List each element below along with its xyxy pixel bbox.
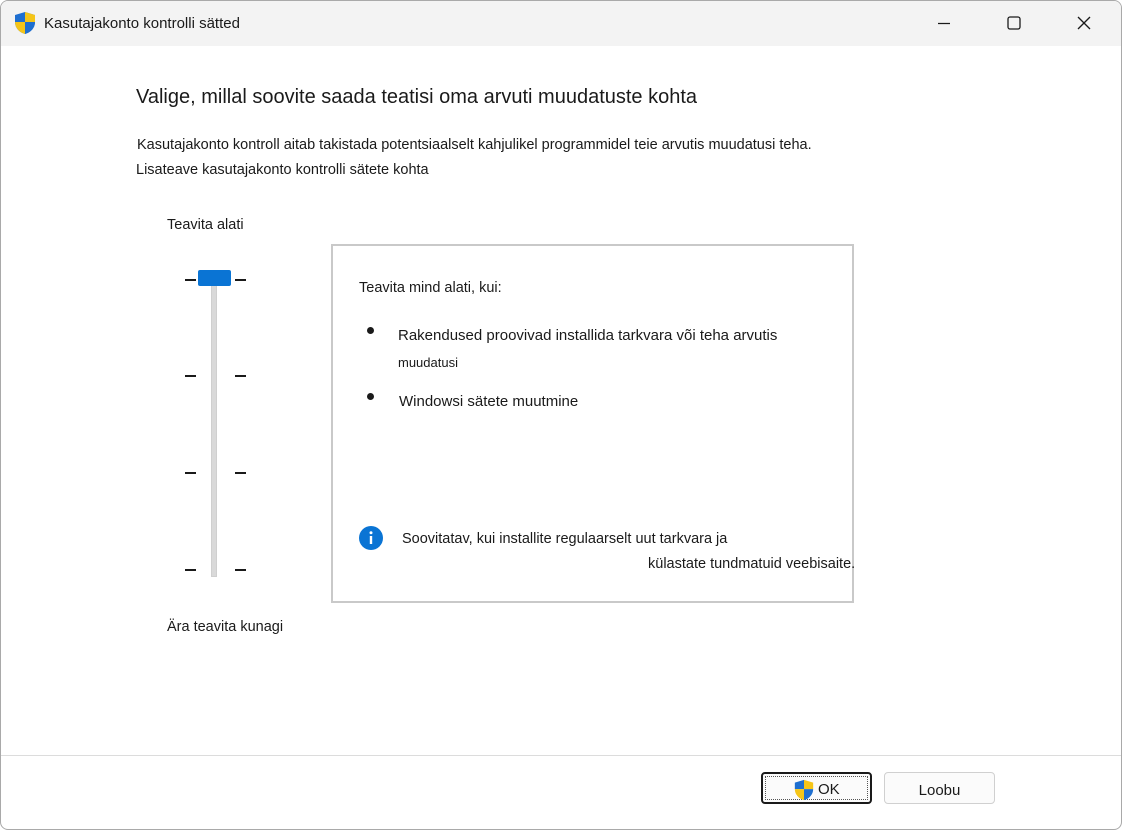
slider-tick-left xyxy=(185,569,196,571)
uac-shield-icon xyxy=(794,779,814,801)
uac-settings-window: Kasutajakonto kontrolli sätted Valige, m… xyxy=(0,0,1122,830)
slider-tick-right xyxy=(235,569,246,571)
level-description-panel xyxy=(331,244,854,603)
bullet-icon xyxy=(367,393,374,400)
maximize-button[interactable] xyxy=(979,1,1049,46)
slider-thumb[interactable] xyxy=(198,270,231,286)
maximize-icon xyxy=(1007,16,1021,30)
recommendation-text-continued: külastate tundmatuid veebisaite. xyxy=(648,556,856,572)
minimize-icon xyxy=(938,22,950,25)
footer-divider xyxy=(1,755,1121,756)
close-button[interactable] xyxy=(1049,1,1119,46)
description-text: Kasutajakonto kontroll aitab takistada p… xyxy=(137,137,812,153)
learn-more-link[interactable]: Lisateave kasutajakonto kontrolli sätete… xyxy=(136,162,429,178)
uac-shield-icon xyxy=(15,12,35,34)
close-icon xyxy=(1077,16,1091,30)
slider-label-bottom: Ära teavita kunagi xyxy=(167,619,284,635)
cancel-button[interactable]: Loobu xyxy=(884,772,995,804)
list-item: Windowsi sätete muutmine xyxy=(399,393,579,410)
cancel-button-label: Loobu xyxy=(918,782,961,799)
slider-tick-left xyxy=(185,279,196,281)
panel-title: Teavita mind alati, kui: xyxy=(359,280,502,296)
slider-label-top: Teavita alati xyxy=(167,217,244,233)
minimize-button[interactable] xyxy=(909,1,979,46)
slider-tick-right xyxy=(235,279,246,281)
slider-track[interactable] xyxy=(211,277,217,577)
recommendation-text: Soovitatav, kui installite regulaarselt … xyxy=(402,531,728,547)
slider-tick-left xyxy=(185,375,196,377)
title-bar: Kasutajakonto kontrolli sätted xyxy=(1,1,1121,46)
list-item: Rakendused proovivad installida tarkvara… xyxy=(398,327,778,344)
info-icon xyxy=(359,526,383,550)
list-item-continuation: muudatusi xyxy=(398,355,458,370)
ok-button[interactable]: OK xyxy=(761,772,872,804)
slider-tick-left xyxy=(185,472,196,474)
window-title: Kasutajakonto kontrolli sätted xyxy=(44,15,240,32)
bullet-icon xyxy=(367,327,374,334)
ok-button-label: OK xyxy=(818,781,840,798)
slider-tick-right xyxy=(235,472,246,474)
page-heading: Valige, millal soovite saada teatisi oma… xyxy=(136,86,698,108)
slider-tick-right xyxy=(235,375,246,377)
